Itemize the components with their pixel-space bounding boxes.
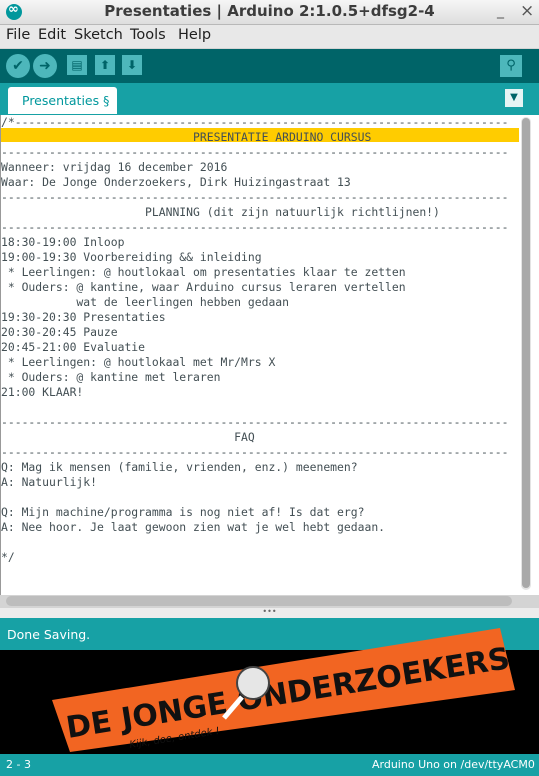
title-bar: Presentaties | Arduino 2:1.0.5+dfsg2-4 _… bbox=[0, 0, 539, 25]
code-line[interactable]: wat de leerlingen hebben gedaan bbox=[1, 295, 508, 310]
code-line[interactable]: 19:30-20:30 Presentaties bbox=[1, 310, 508, 325]
code-line[interactable]: * Ouders: @ kantine met leraren bbox=[1, 370, 508, 385]
menu-bar: File Edit Sketch Tools Help bbox=[0, 25, 539, 48]
code-line[interactable]: Q: Mijn machine/programma is nog niet af… bbox=[1, 505, 508, 520]
window-title: Presentaties | Arduino 2:1.0.5+dfsg2-4 bbox=[104, 2, 435, 20]
arrow-up-icon: ⬆ bbox=[99, 58, 111, 72]
close-button[interactable]: × bbox=[520, 1, 534, 21]
verify-button[interactable]: ✔ bbox=[6, 54, 30, 78]
code-line[interactable]: ----------------------------------------… bbox=[1, 145, 508, 160]
triangle-down-icon: ▼ bbox=[510, 92, 518, 103]
code-line[interactable] bbox=[1, 400, 508, 415]
code-line[interactable]: FAQ bbox=[1, 430, 508, 445]
footer-bar: 2 - 3 Arduino Uno on /dev/ttyACM0 bbox=[0, 754, 539, 776]
code-line[interactable]: ----------------------------------------… bbox=[1, 415, 508, 430]
document-icon: ▤ bbox=[71, 58, 83, 72]
menu-sketch[interactable]: Sketch bbox=[74, 27, 123, 43]
upload-button[interactable]: ➜ bbox=[33, 54, 57, 78]
code-line[interactable]: */ bbox=[1, 550, 508, 565]
tab-presentaties[interactable]: Presentaties § bbox=[8, 87, 117, 114]
save-button[interactable]: ⬇ bbox=[122, 55, 142, 75]
board-port-label: Arduino Uno on /dev/ttyACM0 bbox=[372, 758, 535, 771]
code-line[interactable]: ----------------------------------------… bbox=[1, 445, 508, 460]
vertical-scroll-thumb[interactable] bbox=[522, 118, 530, 588]
status-message: Done Saving. bbox=[7, 627, 91, 642]
code-line[interactable]: /*--------------------------------------… bbox=[1, 115, 508, 130]
code-line[interactable]: 19:00-19:30 Voorbereiding && inleiding bbox=[1, 250, 508, 265]
code-line[interactable]: 18:30-19:00 Inloop bbox=[1, 235, 508, 250]
tab-menu-button[interactable]: ▼ bbox=[505, 89, 523, 107]
code-line[interactable]: 20:30-20:45 Pauze bbox=[1, 325, 508, 340]
console-area bbox=[0, 650, 539, 754]
open-button[interactable]: ⬆ bbox=[95, 55, 115, 75]
code-line[interactable]: ----------------------------------------… bbox=[1, 220, 508, 235]
toolbar: ✔ ➜ ▤ ⬆ ⬇ ⚲ bbox=[0, 49, 539, 83]
magnifier-icon: ⚲ bbox=[506, 58, 516, 73]
code-line[interactable]: PRESENTATIE ARDUINO CURSUS bbox=[1, 130, 508, 145]
code-line[interactable]: A: Nee hoor. Je laat gewoon zien wat je … bbox=[1, 520, 508, 535]
new-button[interactable]: ▤ bbox=[67, 55, 87, 75]
code-line[interactable] bbox=[1, 490, 508, 505]
code-line[interactable]: Wanneer: vrijdag 16 december 2016 bbox=[1, 160, 508, 175]
tab-bar: Presentaties § ▼ bbox=[0, 83, 539, 115]
code-line[interactable]: Waar: De Jonge Onderzoekers, Dirk Huizin… bbox=[1, 175, 508, 190]
code-line[interactable]: ----------------------------------------… bbox=[1, 190, 508, 205]
menu-tools[interactable]: Tools bbox=[130, 27, 166, 43]
panel-splitter[interactable]: ••• bbox=[0, 608, 539, 618]
code-line[interactable] bbox=[1, 535, 508, 550]
arrow-down-icon: ⬇ bbox=[126, 58, 138, 72]
tab-label: Presentaties § bbox=[22, 93, 110, 108]
code-text[interactable]: /*--------------------------------------… bbox=[1, 115, 508, 565]
code-line[interactable]: 21:00 KLAAR! bbox=[1, 385, 508, 400]
arrow-right-icon: ➜ bbox=[39, 58, 51, 74]
horizontal-scrollbar[interactable] bbox=[6, 596, 512, 606]
code-line[interactable]: * Leerlingen: @ houtlokaal om presentati… bbox=[1, 265, 508, 280]
code-line[interactable]: 20:45-21:00 Evaluatie bbox=[1, 340, 508, 355]
serial-monitor-button[interactable]: ⚲ bbox=[500, 55, 522, 77]
code-line[interactable]: PLANNING (dit zijn natuurlijk richtlijne… bbox=[1, 205, 508, 220]
line-number: 2 - 3 bbox=[6, 758, 31, 771]
menu-file[interactable]: File bbox=[6, 27, 30, 43]
code-line[interactable]: A: Natuurlijk! bbox=[1, 475, 508, 490]
code-line[interactable]: Q: Mag ik mensen (familie, vrienden, enz… bbox=[1, 460, 508, 475]
status-bar: Done Saving. bbox=[0, 618, 539, 650]
code-line[interactable]: * Ouders: @ kantine, waar Arduino cursus… bbox=[1, 280, 508, 295]
code-line[interactable]: * Leerlingen: @ houtlokaal met Mr/Mrs X bbox=[1, 355, 508, 370]
menu-edit[interactable]: Edit bbox=[38, 27, 66, 43]
menu-help[interactable]: Help bbox=[178, 27, 211, 43]
checkmark-icon: ✔ bbox=[12, 58, 24, 74]
minimize-button[interactable]: _ bbox=[497, 3, 504, 19]
